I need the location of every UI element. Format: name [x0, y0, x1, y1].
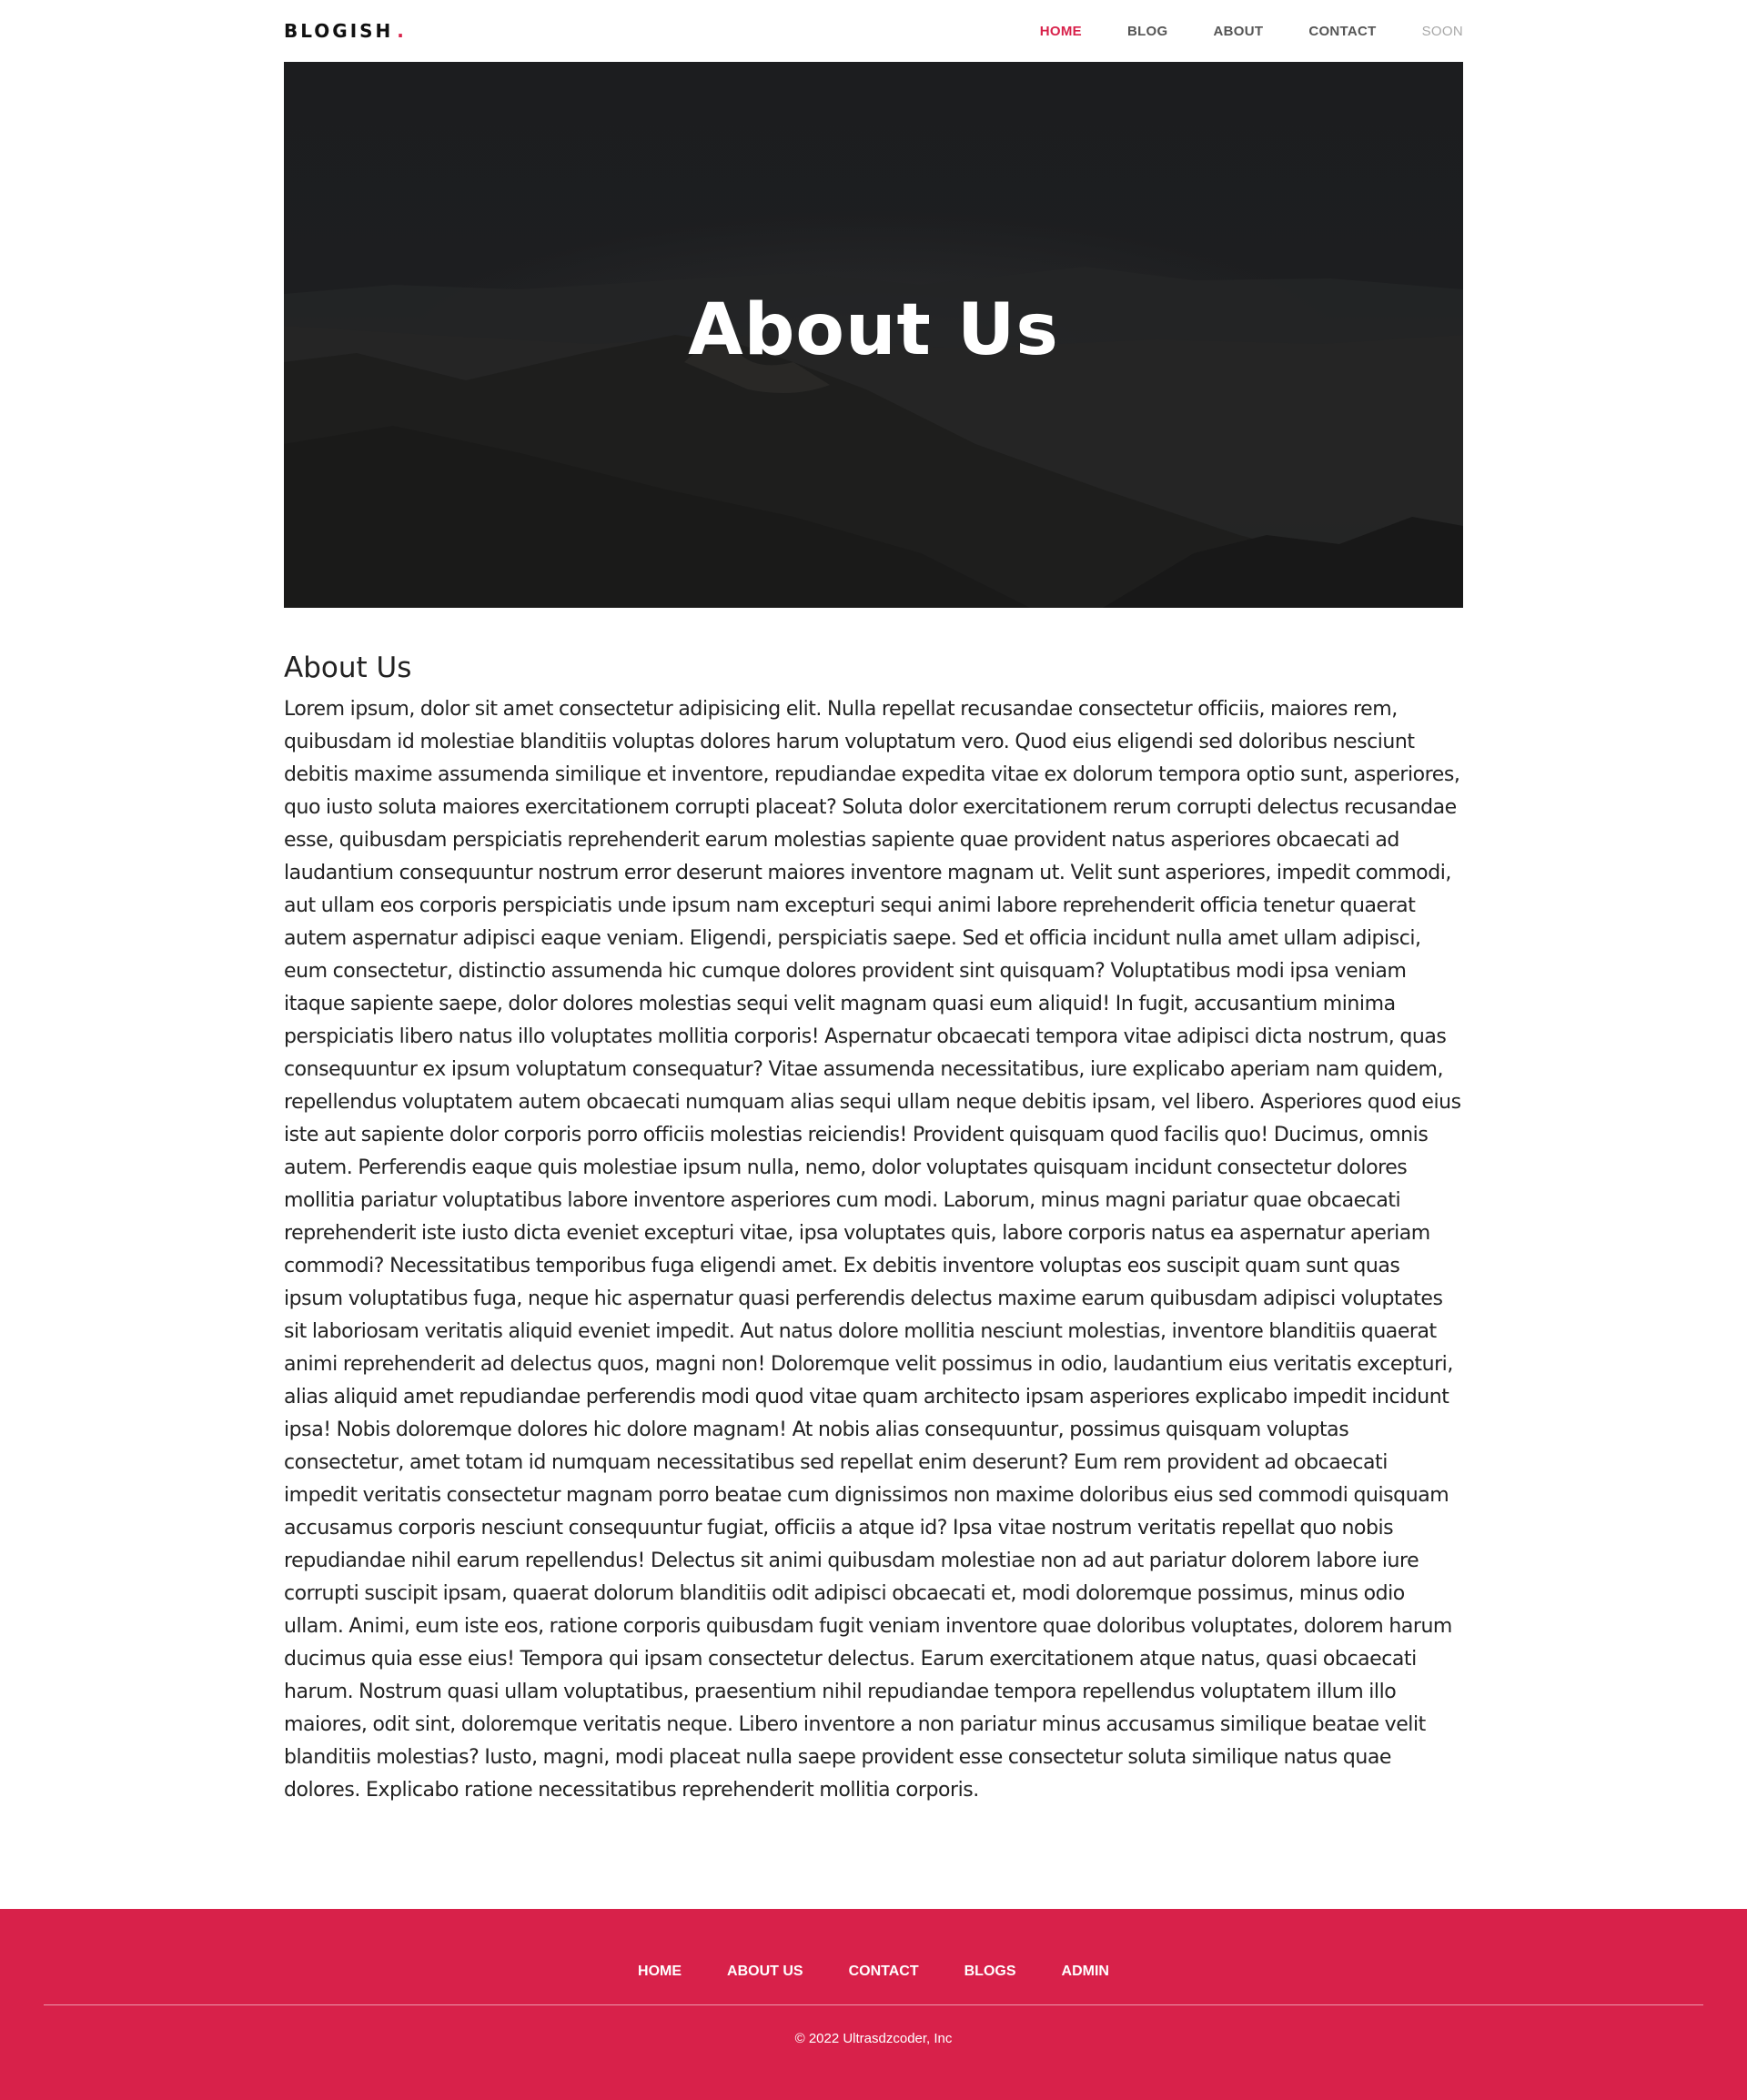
footer-divider	[44, 2004, 1703, 2005]
logo-dot: .	[397, 20, 407, 42]
nav-soon-link[interactable]: SOON	[1422, 24, 1463, 39]
footer-home-link[interactable]: HOME	[638, 1964, 682, 1980]
footer-about-us-link[interactable]: ABOUT US	[727, 1964, 803, 1980]
nav-contact-link[interactable]: CONTACT	[1308, 24, 1376, 39]
nav-about-link[interactable]: ABOUT	[1213, 24, 1263, 39]
content-body: Lorem ipsum, dolor sit amet consectetur …	[284, 698, 1461, 1802]
footer-admin-link[interactable]: ADMIN	[1062, 1964, 1109, 1980]
nav-home-link[interactable]: HOME	[1040, 24, 1082, 39]
footer-contact-link[interactable]: CONTACT	[849, 1964, 919, 1980]
site-footer: HOME ABOUT US CONTACT BLOGS ADMIN © 2022…	[0, 1909, 1747, 2100]
site-logo[interactable]: BLOGISH.	[284, 20, 407, 42]
hero-title: About Us	[688, 289, 1059, 371]
footer-nav: HOME ABOUT US CONTACT BLOGS ADMIN	[0, 1964, 1747, 1980]
hero-banner: About Us	[284, 62, 1463, 608]
main-nav: HOME BLOG ABOUT CONTACT SOON	[995, 24, 1463, 39]
about-content: About Us Lorem ipsum, dolor sit amet con…	[284, 651, 1463, 1807]
content-heading: About Us	[284, 651, 412, 684]
logo-text: BLOGISH	[284, 20, 394, 42]
footer-blogs-link[interactable]: BLOGS	[964, 1964, 1016, 1980]
nav-blog-link[interactable]: BLOG	[1127, 24, 1168, 39]
footer-copyright: © 2022 Ultrasdzcoder, Inc	[794, 2031, 953, 2046]
site-header: BLOGISH. HOME BLOG ABOUT CONTACT SOON	[284, 0, 1463, 62]
